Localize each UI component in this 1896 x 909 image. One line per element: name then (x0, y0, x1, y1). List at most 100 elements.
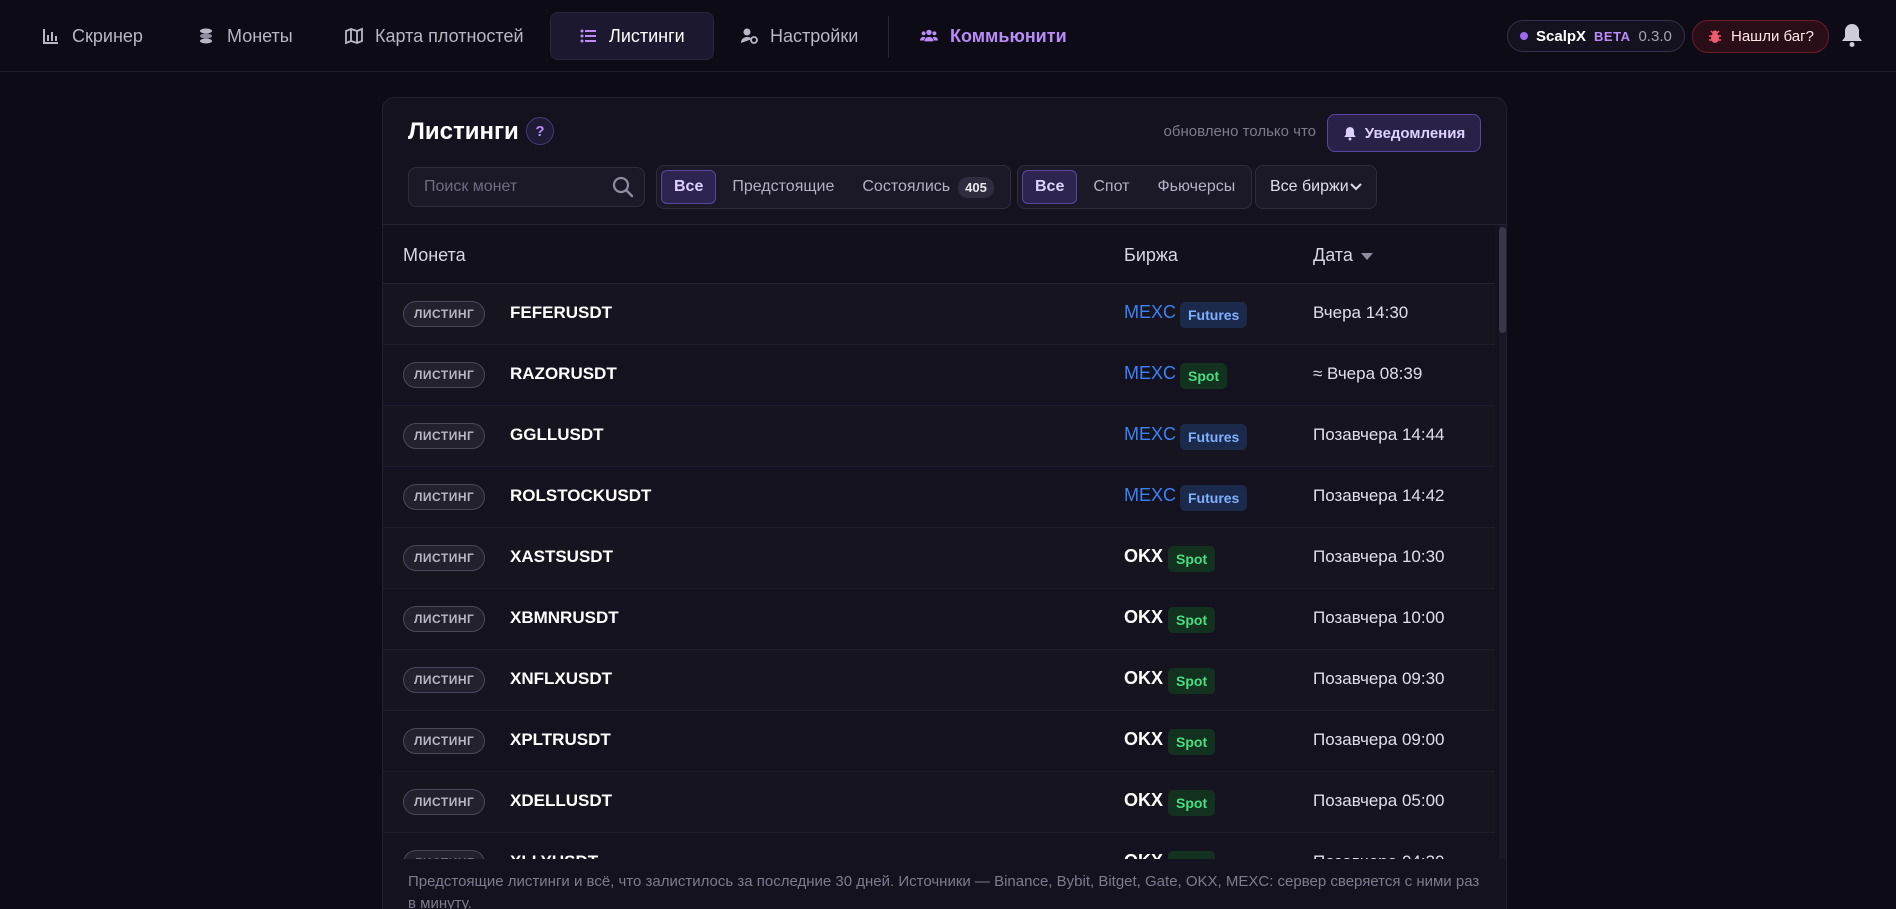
listing-badge: ЛИСТИНГ (403, 301, 486, 327)
chevron-down-icon (1350, 183, 1362, 191)
coin-symbol[interactable]: XNFLXUSDT (510, 669, 612, 689)
notifications-label: Уведомления (1364, 124, 1466, 142)
exchange-name[interactable]: OKX (1124, 729, 1163, 750)
exchange-name[interactable]: MEXC (1124, 363, 1176, 384)
exchange-name[interactable]: OKX (1124, 790, 1163, 811)
exchange-name[interactable]: OKX (1124, 668, 1163, 689)
listing-date: Позавчера 05:00 (1313, 791, 1445, 810)
report-bug-button[interactable]: Нашли баг? (1692, 20, 1829, 53)
coin-symbol[interactable]: XASTSUSDT (510, 547, 613, 567)
listing-badge: ЛИСТИНГ (403, 789, 486, 815)
coin-symbol[interactable]: XPLTRUSDT (510, 730, 611, 750)
version-pill[interactable]: ScalpX BETA 0.3.0 (1507, 20, 1685, 52)
market-badge: Spot (1180, 363, 1228, 389)
tab-label: Карта плотностей (375, 25, 524, 46)
notifications-button[interactable]: Уведомления (1327, 114, 1481, 152)
market-badge: Spot (1168, 729, 1216, 755)
market-badge: Spot (1168, 790, 1216, 816)
listing-date: Позавчера 09:00 (1313, 730, 1445, 749)
users-icon (920, 29, 938, 42)
exchange-name[interactable]: MEXC (1124, 424, 1176, 445)
tab-settings[interactable]: Настройки (712, 12, 886, 60)
app-name: ScalpX (1536, 27, 1587, 45)
exchange-name[interactable]: OKX (1124, 546, 1163, 567)
exchange-name[interactable]: MEXC (1124, 485, 1176, 506)
market-filter-futures[interactable]: Фьючерсы (1145, 170, 1247, 204)
listing-badge: ЛИСТИНГ (403, 850, 486, 859)
table-row[interactable]: ЛИСТИНГ XNFLXUSDT OKX Spot Позавчера 09:30 (383, 650, 1495, 711)
market-badge: Futures (1180, 485, 1248, 511)
exchange-name[interactable]: MEXC (1124, 302, 1176, 323)
table-row[interactable]: ЛИСТИНГ ROLSTOCKUSDT MEXC Futures Позавчера … (383, 467, 1495, 528)
market-badge: Spot (1168, 607, 1216, 633)
coin-symbol[interactable]: XDELLUSDT (510, 791, 612, 811)
table-body: ЛИСТИНГ FEFERUSDT MEXC Futures Вчера 14:30 ЛИ… (383, 284, 1495, 859)
coin-symbol[interactable]: XBMNRUSDT (510, 608, 619, 628)
tab-coins[interactable]: Монеты (169, 12, 321, 60)
listing-badge: ЛИСТИНГ (403, 423, 486, 449)
column-exchange[interactable]: Биржа (1124, 245, 1178, 266)
listing-date: Позавчера 14:42 (1313, 486, 1445, 505)
listing-date: Позавчера 10:30 (1313, 547, 1445, 566)
tab-community[interactable]: Коммьюнити (892, 12, 1095, 60)
exchange-name[interactable]: OKX (1124, 607, 1163, 628)
bug-icon (1709, 29, 1721, 43)
tab-density-map[interactable]: Карта плотностей (317, 12, 552, 60)
table-row[interactable]: ЛИСТИНГ XPLTRUSDT OKX Spot Позавчера 09:00 (383, 711, 1495, 772)
user-gear-icon (741, 28, 758, 44)
status-filter-done[interactable]: Состоялись 405 (850, 170, 1005, 204)
market-filter-spot[interactable]: Спот (1081, 170, 1141, 204)
listing-badge: ЛИСТИНГ (403, 484, 486, 510)
market-badge: Spot (1168, 668, 1216, 694)
search-input[interactable] (409, 168, 644, 206)
listing-date: Позавчера 14:44 (1313, 425, 1445, 444)
exchange-select-value: Все биржи (1270, 178, 1349, 195)
status-filter-all[interactable]: Все (661, 170, 717, 204)
coin-symbol[interactable]: ROLSTOCKUSDT (510, 486, 651, 506)
coin-symbol[interactable]: FEFERUSDT (510, 303, 612, 323)
market-filter: Все Спот Фьючерсы (1017, 165, 1253, 209)
column-date-label: Дата (1313, 245, 1353, 265)
listing-badge: ЛИСТИНГ (403, 728, 486, 754)
table-row[interactable]: ЛИСТИНГ XDELLUSDT OKX Spot Позавчера 05:00 (383, 772, 1495, 833)
exchange-name[interactable]: OKX (1124, 851, 1163, 859)
tab-label: Монеты (227, 25, 293, 46)
tab-screener[interactable]: Скринер (14, 12, 171, 60)
help-button[interactable]: ? (526, 117, 554, 145)
coin-symbol[interactable]: GGLLUSDT (510, 425, 604, 445)
tab-listings[interactable]: Листинги (550, 12, 714, 60)
count-badge: 405 (958, 176, 994, 198)
column-coin[interactable]: Монета (403, 245, 466, 266)
table-row[interactable]: ЛИСТИНГ GGLLUSDT MEXC Futures Позавчера 14:4… (383, 406, 1495, 467)
market-filter-all[interactable]: Все (1022, 170, 1078, 204)
market-badge: Futures (1180, 424, 1248, 450)
listing-badge: ЛИСТИНГ (403, 606, 486, 632)
coin-symbol[interactable]: XLLYUSDT (510, 852, 598, 859)
table-row[interactable]: ЛИСТИНГ RAZORUSDT MEXC Spot ≈ Вчера 08:39 (383, 345, 1495, 406)
status-filter-upcoming[interactable]: Предстоящие (720, 170, 846, 204)
table-row[interactable]: ЛИСТИНГ FEFERUSDT MEXC Futures Вчера 14:30 (383, 284, 1495, 345)
coin-symbol[interactable]: RAZORUSDT (510, 364, 617, 384)
scrollbar-thumb[interactable] (1499, 227, 1506, 333)
beta-label: BETA (1594, 28, 1631, 44)
search-icon[interactable] (612, 176, 634, 198)
list-icon (580, 29, 596, 43)
market-badge: Spot (1168, 546, 1216, 572)
column-date[interactable]: Дата (1313, 245, 1373, 266)
status-filter-done-label: Состоялись (862, 178, 951, 195)
bell-icon[interactable] (1840, 22, 1864, 48)
tab-label: Листинги (609, 25, 685, 46)
listing-badge: ЛИСТИНГ (403, 362, 486, 388)
listing-date: Позавчера 04:30 (1313, 852, 1444, 859)
search-box (408, 167, 645, 207)
table-row[interactable]: ЛИСТИНГ XASTSUSDT OKX Spot Позавчера 10:30 (383, 528, 1495, 589)
table-header: Монета Биржа Дата (383, 225, 1495, 284)
table-row[interactable]: ЛИСТИНГ XLLYUSDT OKX Spot Позавчера 04:30 (383, 833, 1495, 859)
tab-label: Настройки (770, 25, 859, 46)
top-nav: Скринер Монеты Карта плотностей Листинги… (0, 0, 1896, 72)
tab-label: Скринер (72, 25, 143, 46)
market-badge: Spot (1168, 851, 1216, 859)
exchange-select[interactable]: Все биржи (1255, 165, 1377, 209)
table-row[interactable]: ЛИСТИНГ XBMNRUSDT OKX Spot Позавчера 10:00 (383, 589, 1495, 650)
scrollbar[interactable] (1499, 225, 1506, 859)
